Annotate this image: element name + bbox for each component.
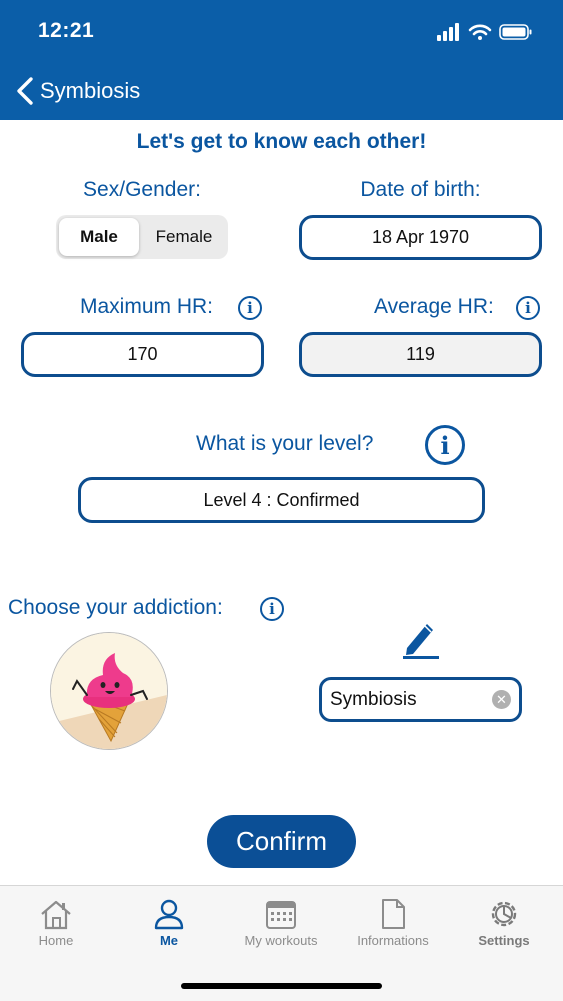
status-time: 12:21 bbox=[38, 19, 95, 42]
gear-icon bbox=[491, 901, 517, 927]
calendar-icon bbox=[266, 901, 296, 929]
tab-my-workouts-label: My workouts bbox=[244, 933, 318, 948]
ice-cream-illustration bbox=[51, 633, 167, 749]
chevron-left-icon bbox=[17, 77, 33, 105]
tab-settings-label: Settings bbox=[478, 933, 530, 948]
sex-label: Sex/Gender: bbox=[83, 178, 201, 201]
person-icon bbox=[154, 899, 184, 930]
sex-option-female[interactable]: Female bbox=[142, 218, 226, 256]
max-hr-label: Maximum HR: bbox=[80, 295, 214, 318]
tab-informations[interactable]: Informations bbox=[338, 898, 448, 948]
sex-option-male[interactable]: Male bbox=[59, 218, 139, 256]
back-label: Symbiosis bbox=[40, 78, 141, 103]
status-icons bbox=[437, 23, 532, 41]
dob-label: Date of birth: bbox=[360, 178, 481, 201]
back-button[interactable]: Symbiosis bbox=[14, 74, 140, 108]
avg-hr-field: 119 bbox=[299, 332, 542, 377]
tab-informations-label: Informations bbox=[357, 933, 429, 948]
dob-field[interactable]: 18 Apr 1970 bbox=[299, 215, 542, 260]
addiction-name-value: Symbiosis bbox=[330, 689, 417, 710]
battery-icon bbox=[499, 24, 532, 40]
edit-pencil-icon[interactable] bbox=[401, 618, 441, 660]
avg-hr-info-icon[interactable]: i bbox=[516, 296, 540, 320]
sex-segmented-control: Male Female bbox=[56, 215, 228, 259]
tab-me[interactable]: Me bbox=[114, 898, 224, 948]
tab-home-label: Home bbox=[38, 933, 74, 948]
document-icon bbox=[382, 899, 405, 929]
level-info-icon[interactable]: i bbox=[425, 425, 465, 465]
home-indicator bbox=[181, 983, 382, 989]
level-select[interactable]: Level 4 : Confirmed bbox=[78, 477, 485, 523]
clear-icon[interactable]: ✕ bbox=[492, 690, 511, 709]
max-hr-field[interactable]: 170 bbox=[21, 332, 264, 377]
addiction-label: Choose your addiction: bbox=[8, 596, 223, 619]
page-title: Let's get to know each other! bbox=[136, 130, 427, 153]
house-icon bbox=[41, 900, 71, 930]
tab-settings[interactable]: Settings bbox=[449, 898, 559, 948]
addiction-avatar[interactable] bbox=[50, 632, 168, 750]
tab-home[interactable]: Home bbox=[1, 898, 111, 948]
tab-me-label: Me bbox=[159, 933, 179, 948]
addiction-name-input[interactable]: Symbiosis ✕ bbox=[319, 677, 522, 722]
confirm-button[interactable]: Confirm bbox=[207, 815, 356, 868]
max-hr-info-icon[interactable]: i bbox=[238, 296, 262, 320]
signal-icon bbox=[437, 23, 459, 41]
avg-hr-label: Average HR: bbox=[374, 295, 494, 318]
level-label: What is your level? bbox=[196, 432, 374, 455]
addiction-info-icon[interactable]: i bbox=[260, 597, 284, 621]
tab-my-workouts[interactable]: My workouts bbox=[226, 898, 336, 948]
wifi-icon bbox=[468, 24, 492, 40]
